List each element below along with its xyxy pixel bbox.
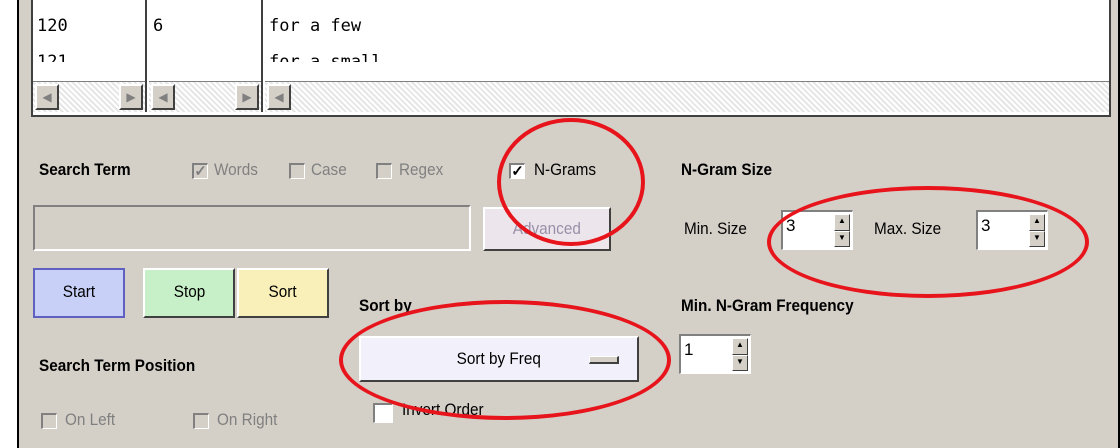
count-cell-partial: 121 [37,52,68,62]
on-right-checkbox[interactable] [193,413,209,429]
scroll-left-icon[interactable]: ◀ [35,84,59,110]
regex-checkbox[interactable] [376,163,392,179]
hscrollbar[interactable]: ◀ [265,81,1109,112]
range-cell: 6 [153,16,164,36]
search-term-position-label: Search Term Position [39,356,196,375]
invert-order-label: Invert Order [402,400,484,419]
ngram-size-label: N-Gram Size [681,160,772,179]
case-checkbox[interactable] [289,163,305,179]
min-frequency-spinner[interactable]: 1 ▲ ▼ [679,334,751,374]
sort-button[interactable]: Sort [237,268,329,318]
regex-label: Regex [399,160,444,179]
on-left-checkbox[interactable] [41,413,57,429]
results-column-range[interactable]: 6 ◀ ▶ [149,0,263,112]
min-frequency-value: 1 [684,340,694,359]
count-cell: 120 [37,16,68,36]
case-label: Case [311,160,347,179]
sort-by-dropdown[interactable]: Sort by Freq [359,336,639,382]
window-frame: 120 121 ◀ ▶ 6 ◀ ▶ for a few for a small … [17,0,1120,448]
hscrollbar[interactable]: ◀ ▶ [33,81,145,112]
sort-by-label: Sort by [359,296,412,315]
spin-down-icon[interactable]: ▼ [732,354,748,371]
spin-up-icon[interactable]: ▲ [732,338,748,355]
dropdown-indicator-icon [589,356,619,364]
advanced-button[interactable]: Advanced [483,207,611,251]
min-size-value: 3 [786,216,796,235]
spin-up-icon[interactable]: ▲ [834,214,850,231]
min-ngram-frequency-label: Min. N-Gram Frequency [681,296,854,315]
invert-order-checkbox[interactable] [373,403,393,423]
start-button[interactable]: Start [33,268,125,318]
spin-up-icon[interactable]: ▲ [1029,214,1045,231]
max-size-label: Max. Size [874,219,942,238]
search-input[interactable] [33,205,471,251]
words-label: Words [214,160,258,179]
words-checkbox[interactable]: ✓ [192,163,208,179]
max-size-value: 3 [981,216,991,235]
min-size-label: Min. Size [684,219,747,238]
scroll-left-icon[interactable]: ◀ [151,84,175,110]
max-size-spinner[interactable]: 3 ▲ ▼ [976,210,1048,250]
ngrams-checkbox[interactable]: ✓ [509,163,525,179]
results-column-ngram[interactable]: for a few for a small ◀ [265,0,1109,112]
on-left-label: On Left [65,410,116,429]
results-panel: 120 121 ◀ ▶ 6 ◀ ▶ for a few for a small … [31,0,1111,117]
on-right-label: On Right [217,410,278,429]
search-term-label: Search Term [39,160,131,179]
ngram-cell-partial: for a small [269,52,382,62]
scroll-left-icon[interactable]: ◀ [267,84,291,110]
results-column-count[interactable]: 120 121 ◀ ▶ [33,0,147,112]
ngrams-label: N-Grams [534,160,597,179]
sort-by-selected: Sort by Freq [456,349,542,368]
stop-button[interactable]: Stop [143,268,235,318]
hscrollbar[interactable]: ◀ ▶ [149,81,261,112]
min-size-spinner[interactable]: 3 ▲ ▼ [781,210,853,250]
spin-down-icon[interactable]: ▼ [1029,230,1045,247]
spin-down-icon[interactable]: ▼ [834,230,850,247]
ngram-cell: for a few [269,16,362,36]
scroll-right-icon[interactable]: ▶ [119,84,143,110]
scroll-right-icon[interactable]: ▶ [235,84,259,110]
